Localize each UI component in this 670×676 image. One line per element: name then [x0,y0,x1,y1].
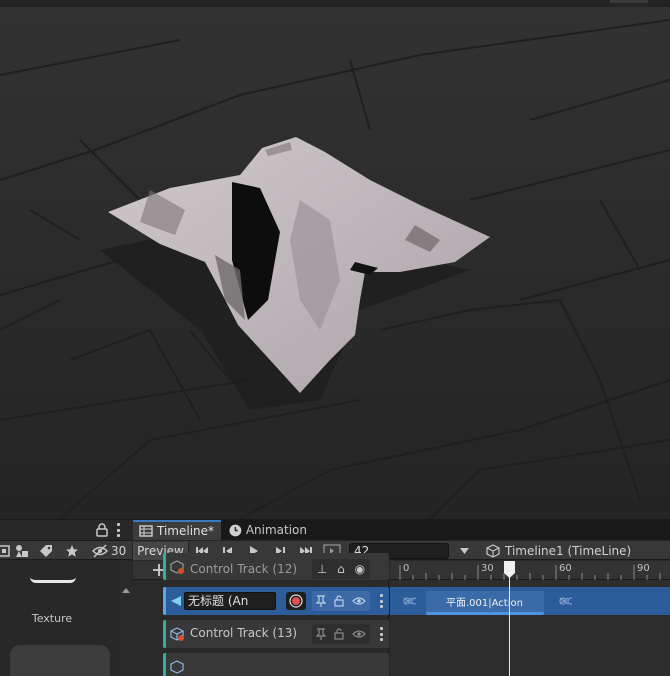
tab-label: Timeline* [157,524,215,538]
record-button[interactable] [286,592,306,610]
ruler-label: 30 [481,563,494,574]
pin-icon[interactable]: ⊥ [317,562,327,576]
infinite-icon [559,597,572,605]
project-panel: 30 Texture [0,520,132,676]
panel-menu-icon[interactable] [116,523,120,537]
track-name: Control Track (13) [190,626,298,640]
favorite-star-icon[interactable] [64,543,80,559]
timeline-asset-name: Timeline1 (TimeLine) [505,544,632,558]
pin-icon[interactable] [316,595,326,607]
control-track-icon [170,627,184,641]
asset-label: Texture [31,612,73,625]
asset-thumbnail[interactable] [30,561,76,583]
track-list: Control Track (12) ⊥ ⌂ ◉ 无标题 (An Control… [133,553,389,676]
animation-clock-icon [229,524,242,536]
track-menu-icon[interactable] [379,627,383,641]
tag-icon[interactable] [38,543,54,559]
animation-track-icon [171,596,181,606]
timeline-icon [139,525,153,537]
tab-bar: Timeline* Animation [133,520,670,540]
playhead-line [509,575,510,676]
track-name: 无标题 (An [188,594,249,608]
create-icon[interactable] [0,543,12,559]
control-track[interactable]: Control Track (12) ⊥ ⌂ ◉ [163,553,389,580]
asset-thumbnail[interactable] [10,645,110,676]
timeline-window: Timeline* Animation Preview 42 Timeline1… [133,520,670,676]
playhead-handle[interactable] [503,561,516,579]
record-icon [289,594,303,608]
clip-area[interactable]: 0 30 60 90 平面.001|Action [390,561,670,676]
lock-icon[interactable] [334,628,344,640]
hidden-eye-icon[interactable] [92,543,108,559]
eye-icon[interactable] [352,629,366,639]
time-ruler[interactable]: 0 30 60 90 [390,561,670,580]
bottom-dock: 30 Texture Timeline* Animation Preview 4… [0,519,670,676]
scroll-up-icon[interactable] [120,585,132,597]
tab-label: Animation [245,523,307,537]
track-controls [312,624,370,644]
pin-icon[interactable] [316,628,326,640]
cube-icon [486,544,500,558]
control-track[interactable] [163,653,389,676]
control-track-icon [170,560,184,574]
track-menu-icon[interactable] [379,594,383,608]
tab-timeline[interactable]: Timeline* [133,520,221,540]
track-name: Control Track (12) [190,562,298,576]
eye-icon[interactable]: ◉ [355,562,365,576]
frame-dropdown-icon[interactable] [457,542,471,560]
scene-render [0,0,670,519]
hidden-count: 30 [111,544,127,558]
clip-label: 平面.001|Action [446,598,523,609]
track-controls [312,591,370,611]
project-toolbar: 30 [0,540,132,560]
lock-icon[interactable] [96,523,108,537]
infinite-icon [403,597,416,605]
animation-track-row[interactable]: 平面.001|Action [390,587,670,615]
lock-icon[interactable] [334,595,344,607]
animation-track[interactable]: 无标题 (An [163,587,389,615]
track-name-field[interactable]: 无标题 (An [184,592,276,610]
control-track[interactable]: Control Track (13) [163,620,389,648]
scrollbar[interactable] [120,561,132,676]
eye-icon[interactable] [352,596,366,606]
animation-clip[interactable]: 平面.001|Action [426,591,544,615]
tab-animation[interactable]: Animation [223,520,313,540]
ruler-ticks [399,565,661,580]
control-track-icon [170,660,184,674]
timeline-asset-selector[interactable]: Timeline1 (TimeLine) [486,542,631,560]
track-controls: ⊥ ⌂ ◉ [312,559,370,579]
ruler-label: 90 [637,563,650,574]
ruler-label: 60 [559,563,572,574]
lock-icon[interactable]: ⌂ [337,562,345,576]
project-panel-header [0,520,132,540]
filter-by-type-icon[interactable] [14,543,30,559]
scene-viewport[interactable] [0,0,670,519]
asset-list[interactable]: Texture [0,561,132,676]
ruler-label: 0 [403,563,410,574]
